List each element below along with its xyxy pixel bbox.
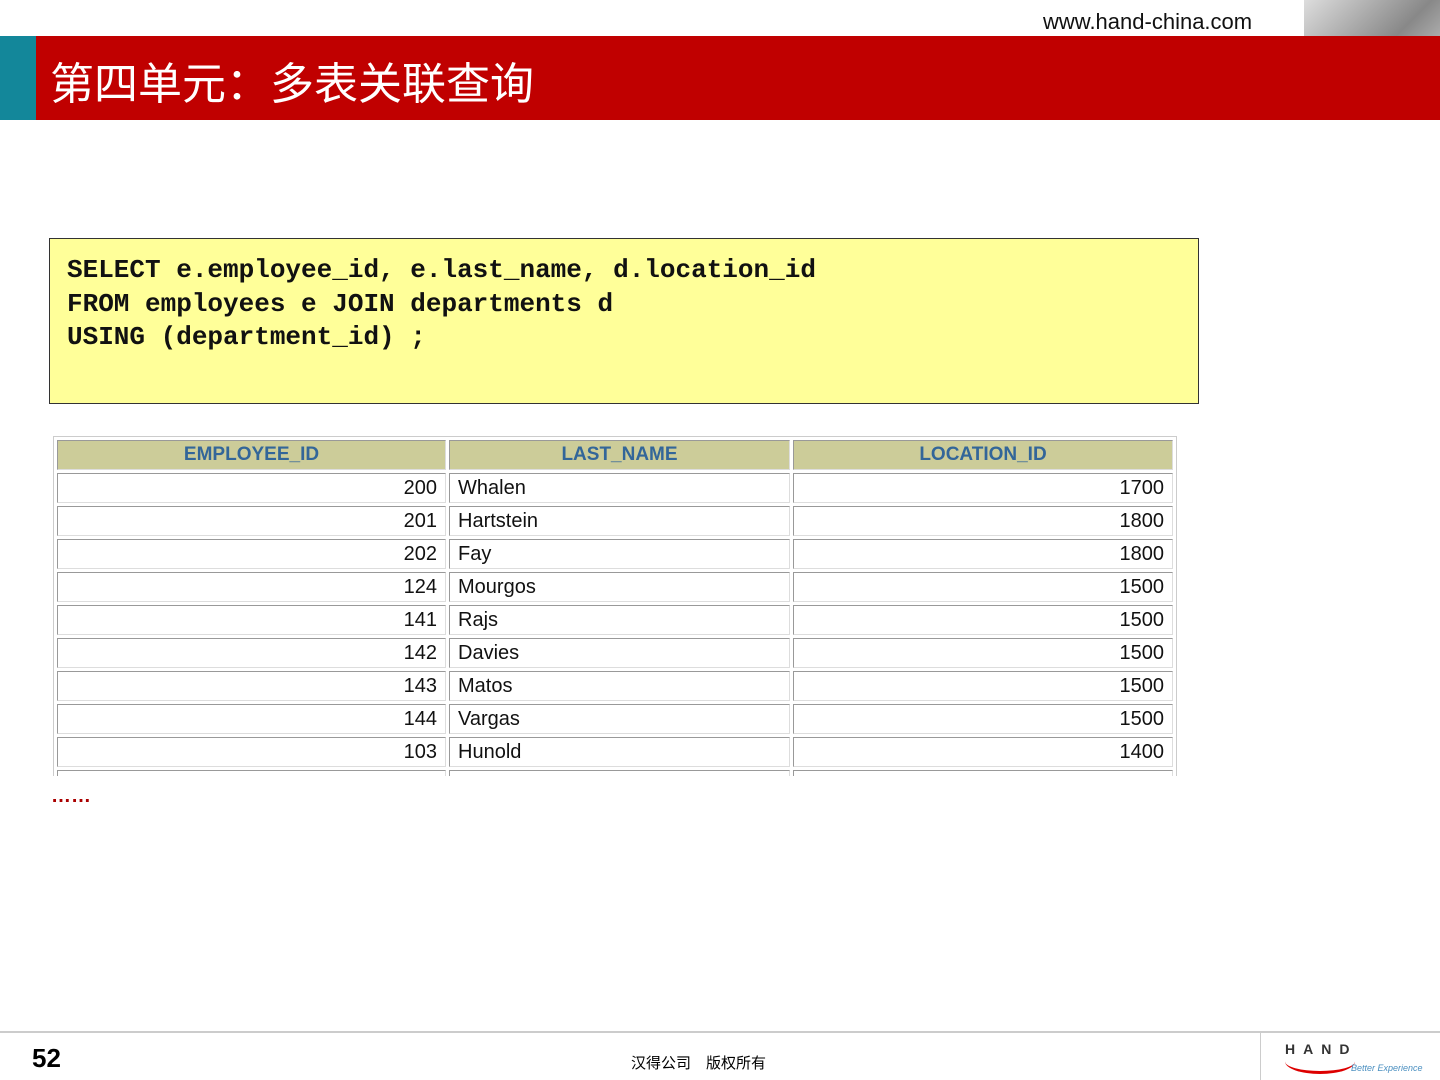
table-cell: 124 (57, 572, 446, 602)
table-cell: 1500 (793, 704, 1173, 734)
table-cell: Whalen (449, 473, 790, 503)
table-cell: Vargas (449, 704, 790, 734)
table-cell: Davies (449, 638, 790, 668)
code-line: SELECT e.employee_id, e.last_name, d.loc… (67, 255, 816, 285)
website-url: www.hand-china.com (1043, 9, 1253, 34)
code-line: USING (department_id) ; (67, 322, 426, 352)
table-cell: Rajs (449, 605, 790, 635)
table-cell: Fay (449, 539, 790, 569)
result-table: EMPLOYEE_ID LAST_NAME LOCATION_ID 200 Whalen… (53, 436, 1177, 776)
table-cell: 1400 (793, 737, 1173, 767)
hand-logo: HAND Better Experience (1260, 1033, 1440, 1080)
table-cell: Mourgos (449, 572, 790, 602)
title-accent (0, 36, 36, 120)
table-cell: 200 (57, 473, 446, 503)
table-cell: 1800 (793, 539, 1173, 569)
table-cell: 143 (57, 671, 446, 701)
table-cell: Hartstein (449, 506, 790, 536)
table-cell: Hunold (449, 737, 790, 767)
code-line: FROM employees e JOIN departments d (67, 288, 614, 319)
table-cell: 1500 (793, 605, 1173, 635)
table-cell: 1500 (793, 572, 1173, 602)
page-title: 第四单元：多表关联查询 (50, 59, 534, 110)
sql-code-box: SELECT e.employee_id, e.last_name, d.loc… (49, 238, 1199, 404)
footer-divider (0, 1031, 1440, 1033)
column-header: EMPLOYEE_ID (57, 440, 446, 470)
page-number: 52 (32, 1043, 61, 1073)
table-cell: 103 (57, 737, 446, 767)
ellipsis: …… (51, 785, 91, 807)
column-header: LAST_NAME (449, 440, 790, 470)
logo-slogan: Better Experience (1351, 1063, 1423, 1073)
table-cell: 141 (57, 605, 446, 635)
table-cell: 1700 (793, 473, 1173, 503)
table-cell (793, 770, 1173, 776)
table-cell: 144 (57, 704, 446, 734)
column-header: LOCATION_ID (793, 440, 1173, 470)
table-cell: 142 (57, 638, 446, 668)
table-cell: 1500 (793, 638, 1173, 668)
table-cell: Matos (449, 671, 790, 701)
table-cell: 201 (57, 506, 446, 536)
table-cell: 1500 (793, 671, 1173, 701)
table-cell (449, 770, 790, 776)
table-cell: 202 (57, 539, 446, 569)
copyright: 汉得公司 版权所有 (631, 1054, 767, 1072)
table-cell: 1800 (793, 506, 1173, 536)
table-cell (57, 770, 446, 776)
logo-text: HAND (1285, 1041, 1358, 1057)
